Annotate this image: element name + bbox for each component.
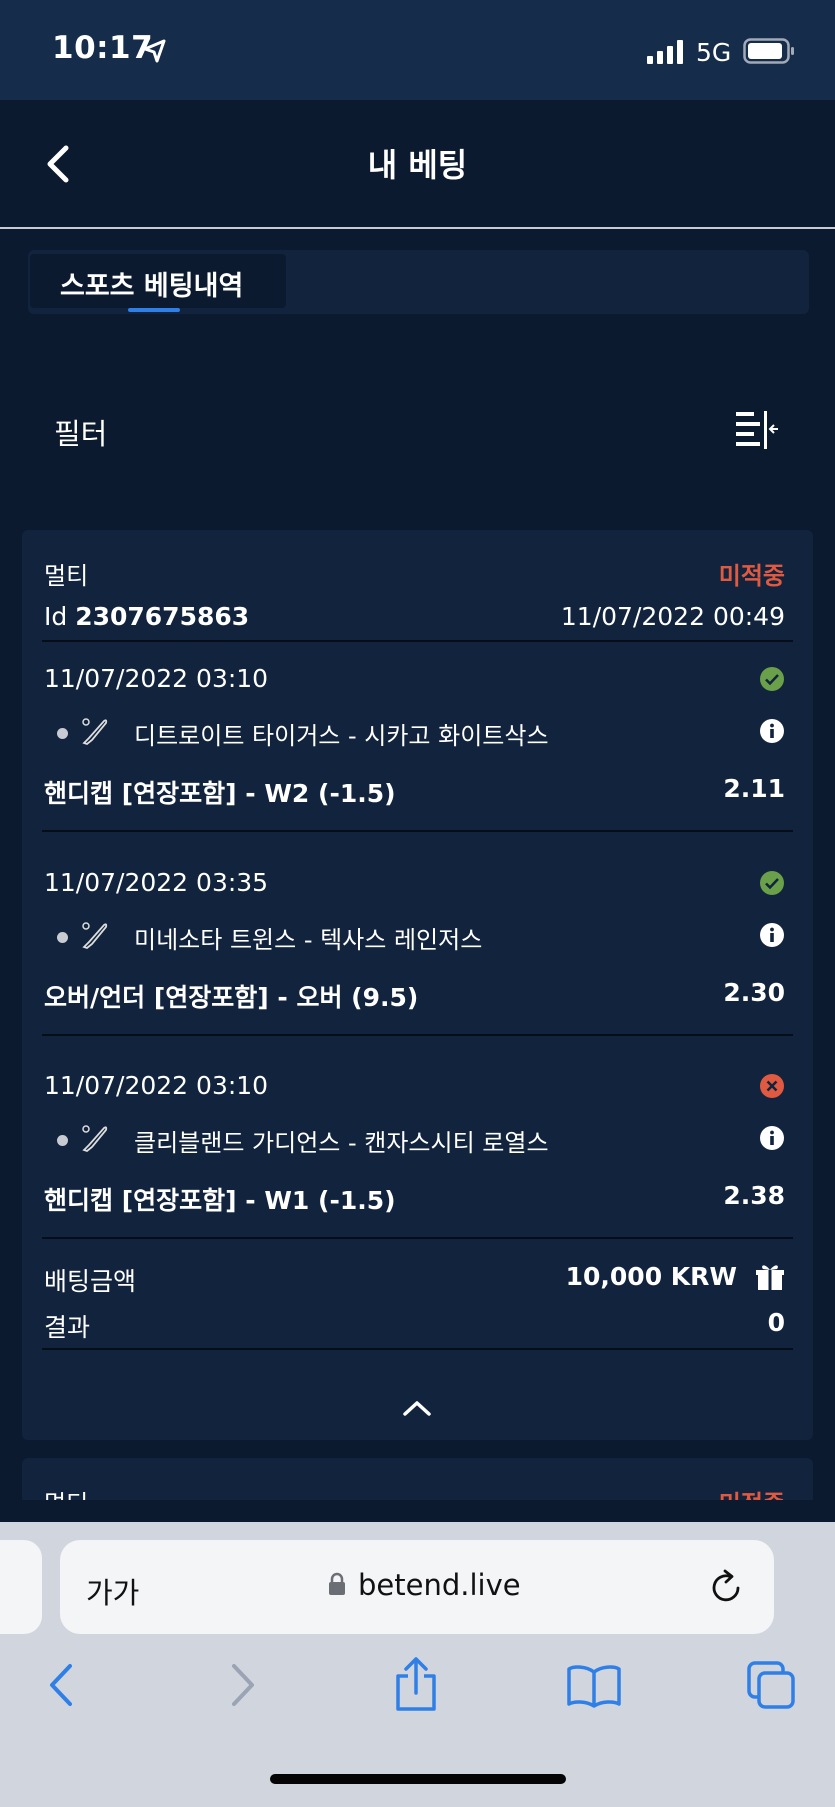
selection-match: 디트로이트 타이거스 - 시카고 화이트삭스 [134,722,549,750]
bullet-dot [57,932,68,943]
filter-collapse-icon[interactable] [734,409,780,455]
stake-label: 배팅금액 [44,1267,137,1296]
selection-odds: 2.38 [723,1181,785,1210]
result-label: 결과 [44,1313,91,1342]
selection-match: 미네소타 트윈스 - 텍사스 레인저스 [134,926,483,954]
selection-match: 클리블랜드 가디언스 - 캔자스시티 로열스 [134,1129,549,1157]
filter-label: 필터 [54,417,108,451]
selection-time: 11/07/2022 03:35 [44,868,269,897]
tabs-icon [747,1661,795,1709]
x-circle-icon [759,1073,785,1099]
baseball-icon [80,920,110,954]
tab-active-indicator [128,308,180,312]
home-indicator[interactable] [270,1774,566,1784]
bet-id: Id 2307675863 [44,602,249,631]
divider [42,830,793,832]
status-time: 10:17 [52,30,154,66]
chevron-up-icon [403,1401,431,1416]
selection-item: 11/07/2022 03:35 미네소타 트윈스 - 텍사스 레인저스 오버/… [22,854,813,1049]
reload-icon[interactable] [708,1568,744,1610]
bookmarks-icon [567,1665,621,1708]
lock-icon [328,1572,346,1600]
address-bar[interactable]: 가가 betend.live [60,1540,774,1634]
tabs-button[interactable] [746,1660,796,1714]
share-button[interactable] [393,1656,439,1716]
bullet-dot [57,1135,68,1146]
status-bar: 10:17 5G [0,0,835,100]
divider [42,1348,793,1350]
divider [42,640,793,642]
previous-tab-preview[interactable] [0,1540,42,1634]
bookmarks-button[interactable] [566,1664,622,1712]
selection-time: 11/07/2022 03:10 [44,1071,269,1100]
bet-type: 멀티 [44,1484,88,1500]
info-icon[interactable] [759,1125,785,1151]
selection-odds: 2.11 [723,774,785,803]
filter-row: 필터 [0,395,835,467]
network-type: 5G [696,38,732,67]
bet-status-badge: 미적중 [719,1484,785,1500]
bet-card: 멀티 미적중 Id 2307675863 11/07/2022 00:49 11… [22,530,813,1440]
battery-icon [743,38,795,68]
baseball-icon [80,716,110,750]
browser-back-button[interactable] [46,1662,78,1712]
app-header: 내 베팅 [0,100,835,229]
selection-item: 11/07/2022 03:10 클리블랜드 가디언스 - 캔자스시티 로열스 … [22,1057,813,1252]
gift-icon [755,1262,785,1296]
browser-toolbar: 가가 betend.live [0,1522,835,1807]
text-size-button[interactable]: 가가 [86,1570,139,1612]
collapse-button[interactable] [402,1398,432,1422]
browser-forward-button[interactable] [226,1662,258,1712]
check-circle-icon [759,870,785,896]
check-circle-icon [759,666,785,692]
bet-id-prefix: Id [44,602,68,631]
bullet-dot [57,728,68,739]
bet-id-value: 2307675863 [75,602,250,631]
tab-sports-bet-history[interactable]: 스포츠 베팅내역 [30,254,286,312]
stake-amount: 10,000 KRW [565,1262,737,1291]
selection-market: 오버/언더 [연장포함] - 오버 (9.5) [44,983,419,1012]
divider [42,1237,793,1239]
bet-type: 멀티 [44,562,89,590]
divider [42,1034,793,1036]
selection-market: 핸디캡 [연장포함] - W1 (-1.5) [44,1186,396,1215]
back-icon [50,1664,72,1706]
selection-odds: 2.30 [723,978,785,1007]
page-title: 내 베팅 [367,146,468,184]
bet-placed-date: 11/07/2022 00:49 [560,602,785,631]
tab-bar: 스포츠 베팅내역 [28,250,809,314]
selection-time: 11/07/2022 03:10 [44,664,269,693]
selection-item: 11/07/2022 03:10 디트로이트 타이거스 - 시카고 화이트삭스 … [22,650,813,845]
page-bottom-edge [0,1500,835,1522]
selection-market: 핸디캡 [연장포함] - W2 (-1.5) [44,779,396,808]
info-icon[interactable] [759,922,785,948]
forward-icon [232,1664,254,1706]
bet-status-badge: 미적중 [718,562,785,590]
info-icon[interactable] [759,718,785,744]
location-arrow-icon [142,38,168,68]
url-text: betend.live [358,1568,521,1602]
result-value: 0 [767,1308,785,1337]
bet-card-next: 멀티 미적중 [22,1458,813,1500]
signal-icon [647,40,685,68]
tab-label: 스포츠 베팅내역 [60,271,244,302]
baseball-icon [80,1123,110,1157]
share-icon [396,1657,436,1711]
